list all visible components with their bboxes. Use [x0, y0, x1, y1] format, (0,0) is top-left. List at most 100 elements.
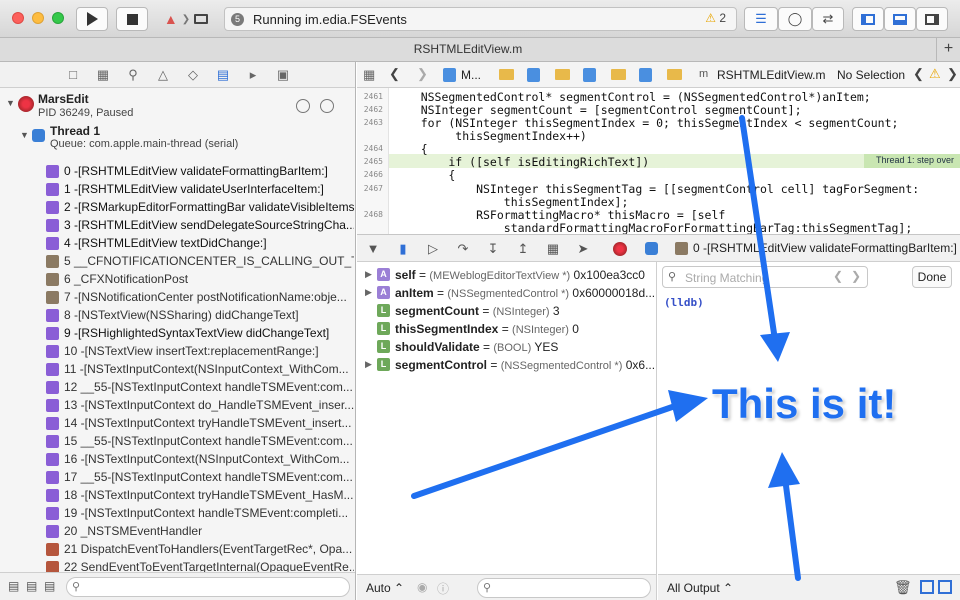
line-number-gutter[interactable]: 2461 2462 2463 2464 2465 2466 2467 2468 — [357, 88, 389, 234]
stack-frame-row[interactable]: 14 -[NSTextInputContext tryHandleTSMEven… — [0, 414, 355, 432]
disclosure-triangle-icon[interactable]: ▶ — [365, 269, 372, 280]
process-row[interactable]: ▼ MarsEdit PID 36249, Paused — [0, 92, 355, 124]
stack-frame-row[interactable]: 7 -[NSNotificationCenter postNotificatio… — [0, 288, 355, 306]
breakpoints-toggle-icon[interactable]: ▮ — [395, 241, 411, 257]
variable-row[interactable]: ▶ Aself = (MEWeblogEditorTextView *) 0x10… — [357, 266, 657, 284]
related-items-icon[interactable]: ▦ — [363, 67, 375, 83]
issue-back-button[interactable]: ❮ — [913, 66, 924, 82]
variable-row[interactable]: LthisSegmentIndex = (NSInteger) 0 — [357, 320, 657, 338]
trash-icon[interactable]: 🗑 — [894, 579, 912, 596]
stack-frame-row[interactable]: 1 -[RSHTMLEditView validateUserInterface… — [0, 180, 355, 198]
breadcrumb-selection[interactable]: No Selection — [837, 68, 905, 82]
toggle-debug-area-button[interactable] — [884, 7, 916, 31]
code-line[interactable]: if ([self isEditingRichText]) — [393, 155, 649, 169]
stack-frame-row[interactable]: 4 -[RSHTMLEditView textDidChange:] — [0, 234, 355, 252]
continue-icon[interactable]: ▷ — [425, 241, 441, 257]
stack-frame-row[interactable]: 2 -[RSMarkupEditorFormattingBar validate… — [0, 198, 355, 216]
thread-row[interactable]: ▼ Thread 1 Queue: com.apple.main-thread … — [0, 124, 355, 156]
step-into-icon[interactable]: ↧ — [485, 241, 501, 257]
filter-icon[interactable] — [320, 99, 334, 113]
symbol-icon[interactable]: ▦ — [95, 67, 111, 83]
stack-frame-row[interactable]: 18 -[NSTextInputContext tryHandleTSMEven… — [0, 486, 355, 504]
forward-button[interactable]: ❯ — [417, 66, 428, 82]
stack-frame-row[interactable]: 22 SendEventToEventTargetInternal(Opaque… — [0, 558, 355, 572]
disclosure-triangle-icon[interactable]: ▼ — [6, 98, 15, 108]
done-button[interactable]: Done — [912, 266, 952, 288]
stack-frame-row[interactable]: 3 -[RSHTMLEditView sendDelegateSourceStr… — [0, 216, 355, 234]
folder-icon[interactable] — [499, 69, 514, 80]
standard-editor-button[interactable]: ☰ — [744, 7, 778, 31]
version-editor-button[interactable]: ⇄ — [812, 7, 844, 31]
output-selector[interactable]: All Output ⌃ — [667, 581, 733, 595]
code-line[interactable]: RSFormattingMacro* thisMacro = [self — [393, 208, 725, 222]
report-icon[interactable]: ▣ — [275, 67, 291, 83]
debug-navigator-icon[interactable]: ▤ — [215, 67, 231, 83]
project-icon[interactable] — [583, 68, 596, 82]
stack-frame-row[interactable]: 15 __55-[NSTextInputContext handleTSMEve… — [0, 432, 355, 450]
current-frame-label[interactable]: 0 -[RSHTMLEditView validateFormattingBar… — [693, 241, 957, 255]
stack-frame-row[interactable]: 20 _NSTSMEventHandler — [0, 522, 355, 540]
code-line[interactable]: thisSegmentIndex++) — [393, 129, 587, 143]
test-icon[interactable]: ◇ — [185, 67, 201, 83]
project-icon[interactable] — [527, 68, 540, 82]
warnings-indicator[interactable]: ⚠ 2 — [705, 11, 726, 25]
stack-frame-row[interactable]: 6 _CFXNotificationPost — [0, 270, 355, 288]
next-match-button[interactable]: ❯ — [851, 269, 861, 283]
stack-frame-row[interactable]: 8 -[NSTextView(NSSharing) didChangeText] — [0, 306, 355, 324]
issue-icon[interactable]: △ — [155, 67, 171, 83]
code-line[interactable]: standardFormattingMacroForFormattingBarT… — [393, 221, 913, 234]
project-icon[interactable] — [639, 68, 652, 82]
stack-frame-row[interactable]: 21 DispatchEventToHandlers(EventTargetRe… — [0, 540, 355, 558]
warning-icon[interactable]: ⚠ — [929, 66, 941, 82]
info-icon[interactable]: ⓘ — [437, 580, 449, 597]
minimize-window-button[interactable] — [32, 12, 44, 24]
stack-frame-row[interactable]: 11 -[NSTextInputContext(NSInputContext_W… — [0, 360, 355, 378]
navigator-filter-field[interactable]: ⚲ — [66, 577, 350, 597]
console-pane-toggle-icon[interactable] — [938, 580, 952, 594]
disclosure-triangle-icon[interactable]: ▶ — [365, 359, 372, 370]
folder-icon[interactable] — [611, 69, 626, 80]
code-line[interactable]: { — [393, 168, 455, 182]
stop-button[interactable] — [116, 7, 148, 31]
stack-frame-row[interactable]: 0 -[RSHTMLEditView validateFormattingBar… — [0, 162, 355, 180]
eye-icon[interactable]: ◉ — [417, 580, 427, 594]
variable-row[interactable]: ▶ AanItem = (NSSegmentedControl *) 0x6000… — [357, 284, 657, 302]
filter-options-icon[interactable]: ▤ — [44, 579, 55, 593]
stack-frame-row[interactable]: 5 __CFNOTIFICATIONCENTER_IS_CALLING_OUT_… — [0, 252, 355, 270]
run-button[interactable] — [76, 7, 108, 31]
step-over-icon[interactable]: ↷ — [455, 241, 471, 257]
console-search-field[interactable]: ⚲ String Matching ❮ ❯ — [662, 266, 868, 288]
scheme-selector[interactable]: ▲ ❯ — [158, 7, 214, 31]
assistant-editor-button[interactable]: ◯ — [778, 7, 812, 31]
breakpoint-navigator-icon[interactable]: ▸ — [245, 67, 261, 83]
folder-icon[interactable] — [667, 69, 682, 80]
code-line[interactable]: NSInteger thisSegmentTag = [[segmentCont… — [393, 182, 919, 196]
toggle-utilities-button[interactable] — [916, 7, 948, 31]
stack-frame-row[interactable]: 17 __55-[NSTextInputContext handleTSMEve… — [0, 468, 355, 486]
auto-scope-selector[interactable]: Auto ⌃ — [366, 581, 404, 595]
crashlog-icon[interactable]: ▤ — [26, 579, 37, 593]
tab-rshtmleditview[interactable]: RSHTMLEditView.m — [0, 38, 936, 61]
stack-frame-row[interactable]: 16 -[NSTextInputContext(NSInputContext_W… — [0, 450, 355, 468]
folder-icon[interactable]: □ — [65, 67, 81, 83]
stack-frame-row[interactable]: 10 -[NSTextView insertText:replacementRa… — [0, 342, 355, 360]
code-line[interactable]: thisSegmentIndex]; — [393, 195, 629, 209]
code-line[interactable]: { — [393, 142, 428, 156]
close-window-button[interactable] — [12, 12, 24, 24]
stack-frame-row[interactable]: 9 -[RSHighlightedSyntaxTextView didChang… — [0, 324, 355, 342]
issue-forward-button[interactable]: ❯ — [947, 66, 958, 82]
variable-row[interactable]: ▶ LsegmentControl = (NSSegmentedControl *… — [357, 356, 657, 374]
new-tab-button[interactable]: + — [936, 38, 960, 61]
breadcrumb-project[interactable]: M... — [461, 68, 481, 82]
code-line[interactable]: NSSegmentedControl* segmentControl = (NS… — [393, 90, 871, 104]
folder-icon[interactable] — [555, 69, 570, 80]
step-out-icon[interactable]: ↥ — [515, 241, 531, 257]
previous-match-button[interactable]: ❮ — [833, 269, 843, 283]
view-debugger-icon[interactable]: ▦ — [545, 241, 561, 257]
toggle-navigator-button[interactable] — [852, 7, 884, 31]
gauge-icon[interactable] — [296, 99, 310, 113]
disclosure-triangle-icon[interactable]: ▼ — [20, 130, 29, 140]
stack-frame-row[interactable]: 19 -[NSTextInputContext handleTSMEvent:c… — [0, 504, 355, 522]
variable-row[interactable]: LsegmentCount = (NSInteger) 3 — [357, 302, 657, 320]
zoom-window-button[interactable] — [52, 12, 64, 24]
